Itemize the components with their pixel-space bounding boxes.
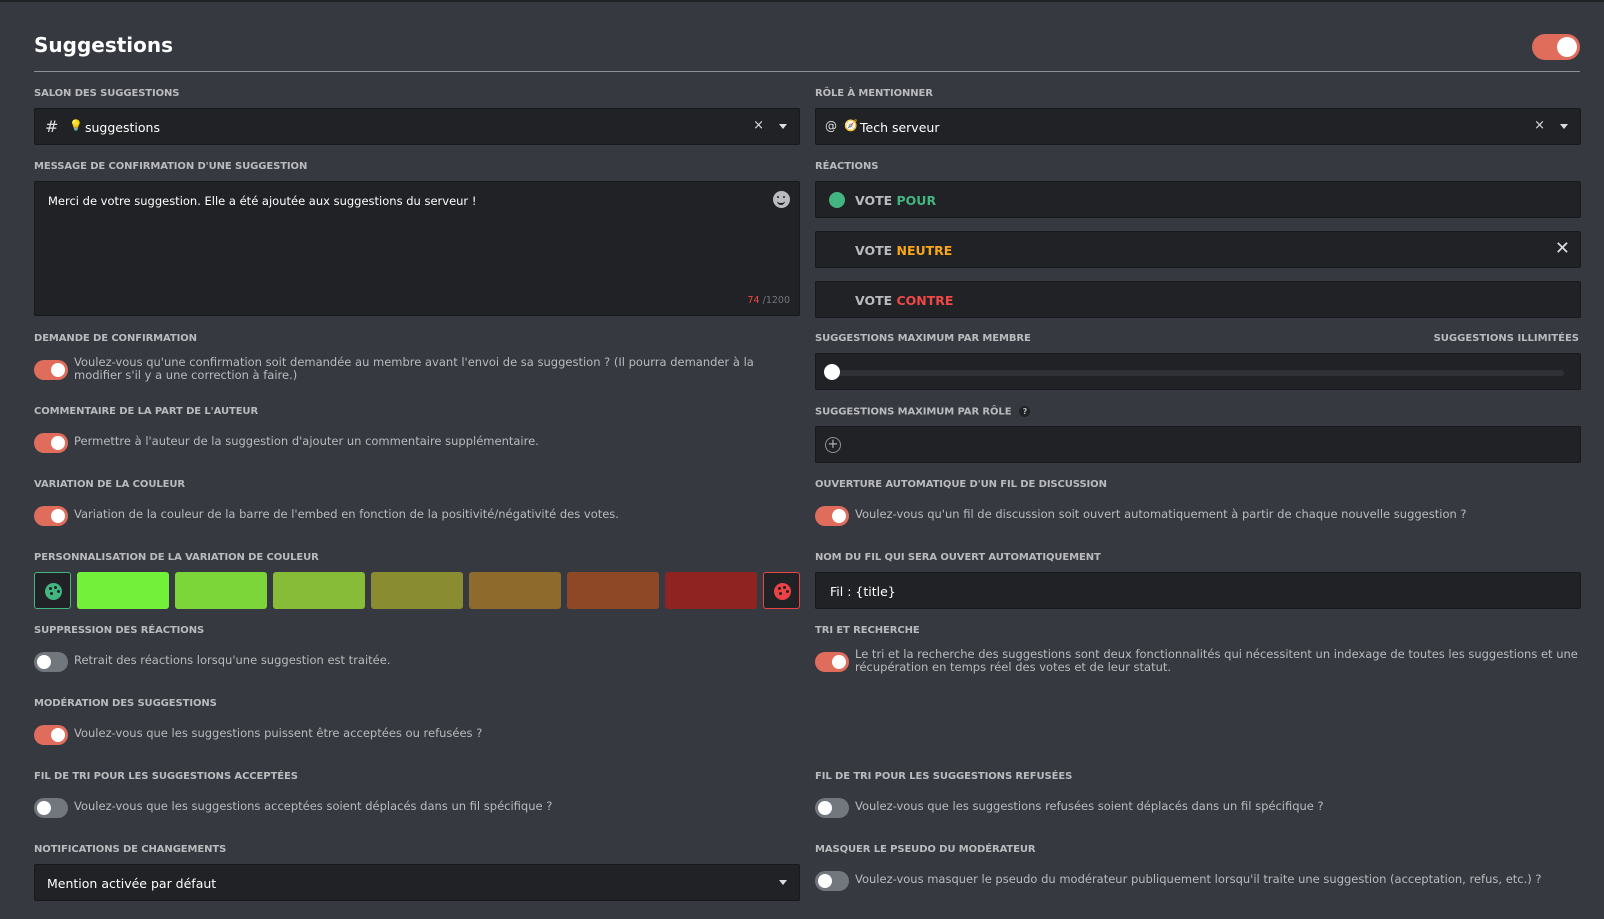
confirmation-message-textarea[interactable]: Merci de votre suggestion. Elle a été aj… xyxy=(34,181,800,316)
at-icon: @ xyxy=(825,119,837,133)
page-title: Suggestions xyxy=(34,33,174,57)
moderation-label: MODÉRATION DES SUGGESTIONS xyxy=(34,698,217,709)
nom-fil-label: NOM DU FIL QUI SERA OUVERT AUTOMATIQUEME… xyxy=(815,552,1101,563)
notifications-select[interactable]: Mention activée par défaut xyxy=(34,864,800,901)
reaction-neutre[interactable]: VOTE NEUTRE ✕ xyxy=(815,231,1581,268)
reaction-contre[interactable]: VOTE CONTRE xyxy=(815,281,1581,318)
color-swatch[interactable] xyxy=(469,572,561,609)
tri-refusees-desc: Voulez-vous que les suggestions refusées… xyxy=(855,799,1324,813)
slider-track[interactable] xyxy=(832,370,1564,376)
tri-recherche-label: TRI ET RECHERCHE xyxy=(815,625,920,636)
variation-desc: Variation de la couleur de la barre de l… xyxy=(74,507,619,521)
salon-value: suggestions xyxy=(85,120,160,135)
max-role-field: + xyxy=(815,426,1581,463)
tri-acceptees-toggle[interactable] xyxy=(34,798,68,818)
end-color-picker[interactable] xyxy=(763,572,800,609)
max-membre-label: SUGGESTIONS MAXIMUM PAR MEMBRE xyxy=(815,333,1031,344)
color-swatch[interactable] xyxy=(567,572,659,609)
add-icon[interactable]: + xyxy=(825,437,841,453)
salon-label: SALON DES SUGGESTIONS xyxy=(34,88,180,99)
color-swatches xyxy=(34,572,800,609)
notifications-value: Mention activée par défaut xyxy=(47,876,217,891)
max-role-label: SUGGESTIONS MAXIMUM PAR RÔLE? xyxy=(815,406,1031,418)
emoji-picker-icon[interactable] xyxy=(773,191,790,208)
confirmation-toggle[interactable] xyxy=(34,360,68,380)
suppression-desc: Retrait des réactions lorsqu'une suggest… xyxy=(74,653,391,667)
masquer-desc: Voulez-vous masquer le pseudo du modérat… xyxy=(855,872,1542,886)
commentaire-label: COMMENTAIRE DE LA PART DE L'AUTEUR xyxy=(34,406,259,417)
max-membre-value: SUGGESTIONS ILLIMITÉES xyxy=(1433,333,1579,344)
ouverture-toggle[interactable] xyxy=(815,506,849,526)
tri-refusees-toggle[interactable] xyxy=(815,798,849,818)
reaction-pour[interactable]: VOTE POUR xyxy=(815,181,1581,218)
commentaire-desc: Permettre à l'auteur de la suggestion d'… xyxy=(74,434,539,448)
chevron-down-icon[interactable] xyxy=(1560,124,1568,129)
role-label: RÔLE À MENTIONNER xyxy=(815,88,933,99)
color-swatch[interactable] xyxy=(175,572,267,609)
role-select[interactable]: @ 🧭 Tech serveur × xyxy=(815,108,1581,145)
reaction-label: VOTE NEUTRE xyxy=(855,243,953,258)
max-membre-slider[interactable] xyxy=(815,353,1581,390)
clear-icon[interactable]: × xyxy=(1534,118,1545,133)
lightbulb-icon: 💡 xyxy=(69,119,83,132)
ouverture-desc: Voulez-vous qu'un fil de discussion soit… xyxy=(855,507,1467,521)
reactions-label: RÉACTIONS xyxy=(815,161,879,172)
moderation-toggle[interactable] xyxy=(34,725,68,745)
message-value: Merci de votre suggestion. Elle a été aj… xyxy=(48,194,477,208)
reaction-label: VOTE POUR xyxy=(855,193,937,208)
tri-acceptees-desc: Voulez-vous que les suggestions acceptée… xyxy=(74,799,553,813)
variation-toggle[interactable] xyxy=(34,506,68,526)
message-label: MESSAGE DE CONFIRMATION D'UNE SUGGESTION xyxy=(34,161,308,172)
hash-icon: # xyxy=(45,117,59,136)
green-circle-icon xyxy=(829,192,845,208)
color-swatch[interactable] xyxy=(665,572,757,609)
role-value: Tech serveur xyxy=(860,120,940,135)
color-swatch[interactable] xyxy=(77,572,169,609)
commentaire-toggle[interactable] xyxy=(34,433,68,453)
perso-label: PERSONNALISATION DE LA VARIATION DE COUL… xyxy=(34,552,319,563)
module-enable-toggle[interactable] xyxy=(1532,34,1580,60)
clear-icon[interactable]: × xyxy=(753,118,764,133)
chevron-down-icon[interactable] xyxy=(779,880,787,885)
slider-handle[interactable] xyxy=(824,364,840,380)
color-swatch[interactable] xyxy=(273,572,365,609)
salon-select[interactable]: # 💡 suggestions × xyxy=(34,108,800,145)
page-header: Suggestions xyxy=(34,30,1580,72)
remove-reaction-icon[interactable]: ✕ xyxy=(1555,239,1570,259)
masquer-label: MASQUER LE PSEUDO DU MODÉRATEUR xyxy=(815,844,1036,855)
confirmation-desc: Voulez-vous qu'une confirmation soit dem… xyxy=(74,355,754,382)
thread-name-value: Fil : {title} xyxy=(830,584,896,599)
tri-recherche-toggle[interactable] xyxy=(815,652,849,672)
moderation-desc: Voulez-vous que les suggestions puissent… xyxy=(74,726,483,740)
tri-recherche-desc: Le tri et la recherche des suggestions s… xyxy=(855,647,1578,674)
palette-icon xyxy=(45,583,62,600)
palette-icon xyxy=(774,583,791,600)
char-counter: 74 /1200 xyxy=(747,295,791,306)
start-color-picker[interactable] xyxy=(34,572,71,609)
help-icon[interactable]: ? xyxy=(1019,406,1031,417)
confirmation-label: DEMANDE DE CONFIRMATION xyxy=(34,333,197,344)
top-border xyxy=(0,0,1604,2)
compass-icon: 🧭 xyxy=(844,119,858,132)
chevron-down-icon[interactable] xyxy=(779,124,787,129)
variation-label: VARIATION DE LA COULEUR xyxy=(34,479,185,490)
suppression-toggle[interactable] xyxy=(34,652,68,672)
color-swatch[interactable] xyxy=(371,572,463,609)
notifications-label: NOTIFICATIONS DE CHANGEMENTS xyxy=(34,844,227,855)
masquer-toggle[interactable] xyxy=(815,871,849,891)
tri-acceptees-label: FIL DE TRI POUR LES SUGGESTIONS ACCEPTÉE… xyxy=(34,771,298,782)
tri-refusees-label: FIL DE TRI POUR LES SUGGESTIONS REFUSÉES xyxy=(815,771,1073,782)
reaction-label: VOTE CONTRE xyxy=(855,293,954,308)
thread-name-input[interactable]: Fil : {title} xyxy=(815,572,1581,609)
ouverture-label: OUVERTURE AUTOMATIQUE D'UN FIL DE DISCUS… xyxy=(815,479,1107,490)
suppression-label: SUPPRESSION DES RÉACTIONS xyxy=(34,625,205,636)
